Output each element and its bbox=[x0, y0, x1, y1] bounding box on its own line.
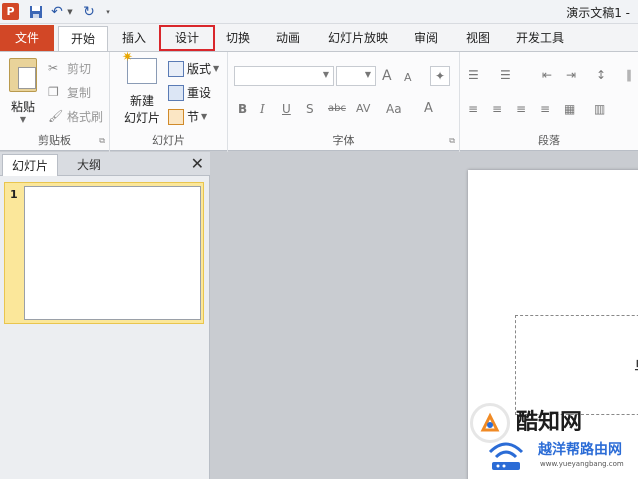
section-dropdown-icon: ▼ bbox=[201, 112, 208, 121]
reset-label: 重设 bbox=[187, 86, 212, 100]
section-icon bbox=[168, 108, 184, 125]
tab-developer[interactable]: 开发工具 bbox=[508, 26, 572, 50]
layout-label: 版式 bbox=[187, 62, 212, 76]
change-case-button[interactable]: Aa bbox=[386, 102, 402, 116]
paragraph-group: ☰ ☰ ⇤ ⇥ ↕ ∥ ≡ ≡ ≡ ≡ ▦ ▥ 段落 bbox=[460, 52, 638, 152]
slide-thumbnail[interactable] bbox=[24, 186, 201, 320]
cut-label: 剪切 bbox=[67, 62, 92, 76]
tab-slideshow[interactable]: 幻灯片放映 bbox=[320, 26, 396, 50]
panel-tabs: 幻灯片 大纲 ✕ bbox=[0, 152, 210, 176]
tab-outline-panel[interactable]: 大纲 bbox=[60, 154, 118, 176]
numbering-icon[interactable]: ☰ bbox=[500, 68, 511, 82]
copy-button[interactable]: ❐ 复制 bbox=[48, 84, 91, 101]
tab-file[interactable]: 文件 bbox=[0, 25, 54, 51]
title-bar: P ↶ ▼ ↻ ▾ 演示文稿1 - bbox=[0, 0, 638, 24]
powerpoint-app-icon[interactable]: P bbox=[2, 3, 19, 20]
close-panel-icon[interactable]: ✕ bbox=[191, 154, 204, 173]
scissors-icon: ✂ bbox=[48, 60, 59, 75]
tab-slides-panel[interactable]: 幻灯片 bbox=[2, 154, 58, 176]
justify-icon[interactable]: ≡ bbox=[540, 102, 550, 116]
bullets-icon[interactable]: ☰ bbox=[468, 68, 479, 82]
watermark-wifi-icon bbox=[486, 436, 526, 472]
text-direction-icon[interactable]: ∥ bbox=[626, 68, 632, 82]
copy-icon: ❐ bbox=[48, 84, 59, 99]
font-launcher-icon[interactable]: ⧉ bbox=[449, 136, 455, 146]
line-spacing-icon[interactable]: ↕ bbox=[596, 68, 606, 82]
watermark-url: www.yueyangbang.com bbox=[540, 460, 624, 468]
new-slide-button[interactable]: 新建 幻灯片 bbox=[116, 50, 168, 126]
grow-font-button[interactable]: A bbox=[382, 68, 392, 84]
slides-panel: 幻灯片 大纲 ✕ 1 bbox=[0, 152, 210, 479]
copy-label: 复制 bbox=[67, 86, 92, 100]
clear-format-icon[interactable]: ✦ bbox=[430, 66, 450, 86]
tab-insert[interactable]: 插入 bbox=[114, 26, 154, 50]
char-spacing-button[interactable]: AV bbox=[356, 102, 370, 115]
slide-number: 1 bbox=[10, 188, 18, 201]
paste-button[interactable]: 粘贴 ▼ bbox=[6, 58, 40, 124]
watermark-site-name: 越洋帮路由网 bbox=[538, 442, 622, 458]
customize-qat-icon[interactable]: ▾ bbox=[104, 3, 112, 21]
tab-animations[interactable]: 动画 bbox=[268, 26, 308, 50]
font-size-combo[interactable]: ▼ bbox=[336, 66, 376, 86]
clipboard-group: 粘贴 ▼ ✂ 剪切 ❐ 复制 🖌 格式刷 剪贴板 ⧉ bbox=[0, 52, 110, 152]
font-size-dropdown-icon: ▼ bbox=[364, 70, 371, 79]
decrease-indent-icon[interactable]: ⇤ bbox=[542, 68, 552, 82]
new-slide-label-2: 幻灯片 bbox=[123, 111, 160, 125]
tab-transitions[interactable]: 切换 bbox=[218, 26, 258, 50]
cut-button[interactable]: ✂ 剪切 bbox=[48, 60, 91, 77]
font-name-combo[interactable]: ▼ bbox=[234, 66, 334, 86]
ribbon: 粘贴 ▼ ✂ 剪切 ❐ 复制 🖌 格式刷 剪贴板 ⧉ 新建 幻灯片 版式 ▼ bbox=[0, 50, 638, 152]
format-painter-button[interactable]: 🖌 格式刷 bbox=[48, 108, 103, 125]
tab-design[interactable]: 设计 bbox=[159, 25, 215, 51]
align-left-icon[interactable]: ≡ bbox=[468, 102, 478, 116]
paste-label: 粘贴 bbox=[10, 100, 35, 114]
watermark-brand: 酷知网 bbox=[516, 410, 583, 435]
repeat-icon[interactable]: ↻ bbox=[82, 3, 96, 21]
document-title: 演示文稿1 - bbox=[566, 6, 630, 20]
font-group: ▼ ▼ A A ✦ B I U S abc AV Aa A 字体 ⧉ bbox=[228, 52, 460, 152]
font-group-label: 字体 bbox=[332, 134, 355, 147]
italic-button[interactable]: I bbox=[260, 102, 265, 116]
placeholder-text-fragment: 单 bbox=[634, 352, 638, 378]
slides-group-label: 幻灯片 bbox=[152, 134, 185, 147]
section-button[interactable]: 节 ▼ bbox=[168, 108, 207, 125]
save-icon[interactable] bbox=[28, 3, 44, 21]
font-name-dropdown-icon: ▼ bbox=[322, 70, 329, 79]
align-center-icon[interactable]: ≡ bbox=[492, 102, 502, 116]
new-slide-icon bbox=[122, 50, 157, 84]
columns-icon[interactable]: ▥ bbox=[594, 102, 605, 116]
format-painter-label: 格式刷 bbox=[67, 110, 104, 124]
tab-home[interactable]: 开始 bbox=[58, 26, 108, 52]
reset-button[interactable]: 重设 bbox=[168, 84, 211, 101]
paste-dropdown-icon: ▼ bbox=[19, 115, 27, 124]
layout-button[interactable]: 版式 ▼ bbox=[168, 60, 219, 77]
strikethrough-button[interactable]: abc bbox=[328, 103, 346, 114]
paragraph-group-label: 段落 bbox=[538, 134, 560, 147]
underline-button[interactable]: U bbox=[282, 102, 291, 116]
paste-icon bbox=[9, 58, 37, 92]
clipboard-group-label: 剪贴板 bbox=[38, 134, 71, 147]
reset-icon bbox=[168, 84, 184, 101]
layout-dropdown-icon: ▼ bbox=[213, 64, 220, 73]
slides-group: 新建 幻灯片 版式 ▼ 重设 节 ▼ 幻灯片 bbox=[110, 50, 228, 152]
section-label: 节 bbox=[187, 110, 200, 124]
distributed-icon[interactable]: ▦ bbox=[564, 102, 575, 116]
title-placeholder[interactable]: 单 bbox=[515, 315, 638, 415]
align-right-icon[interactable]: ≡ bbox=[516, 102, 526, 116]
clipboard-launcher-icon[interactable]: ⧉ bbox=[99, 136, 105, 146]
ribbon-tabs: 文件 开始 插入 设计 切换 动画 幻灯片放映 审阅 视图 开发工具 bbox=[0, 24, 638, 52]
undo-dropdown-icon[interactable]: ▼ bbox=[66, 3, 74, 21]
tab-view[interactable]: 视图 bbox=[458, 26, 498, 50]
new-slide-label-1: 新建 bbox=[129, 94, 154, 108]
increase-indent-icon[interactable]: ⇥ bbox=[566, 68, 576, 82]
shadow-button[interactable]: S bbox=[306, 102, 314, 116]
brush-icon: 🖌 bbox=[48, 108, 64, 123]
font-color-button[interactable]: A bbox=[424, 101, 433, 116]
undo-icon[interactable]: ↶ bbox=[50, 3, 64, 21]
shrink-font-button[interactable]: A bbox=[404, 71, 412, 84]
tab-review[interactable]: 审阅 bbox=[406, 26, 446, 50]
bold-button[interactable]: B bbox=[238, 102, 247, 116]
layout-icon bbox=[168, 60, 184, 77]
